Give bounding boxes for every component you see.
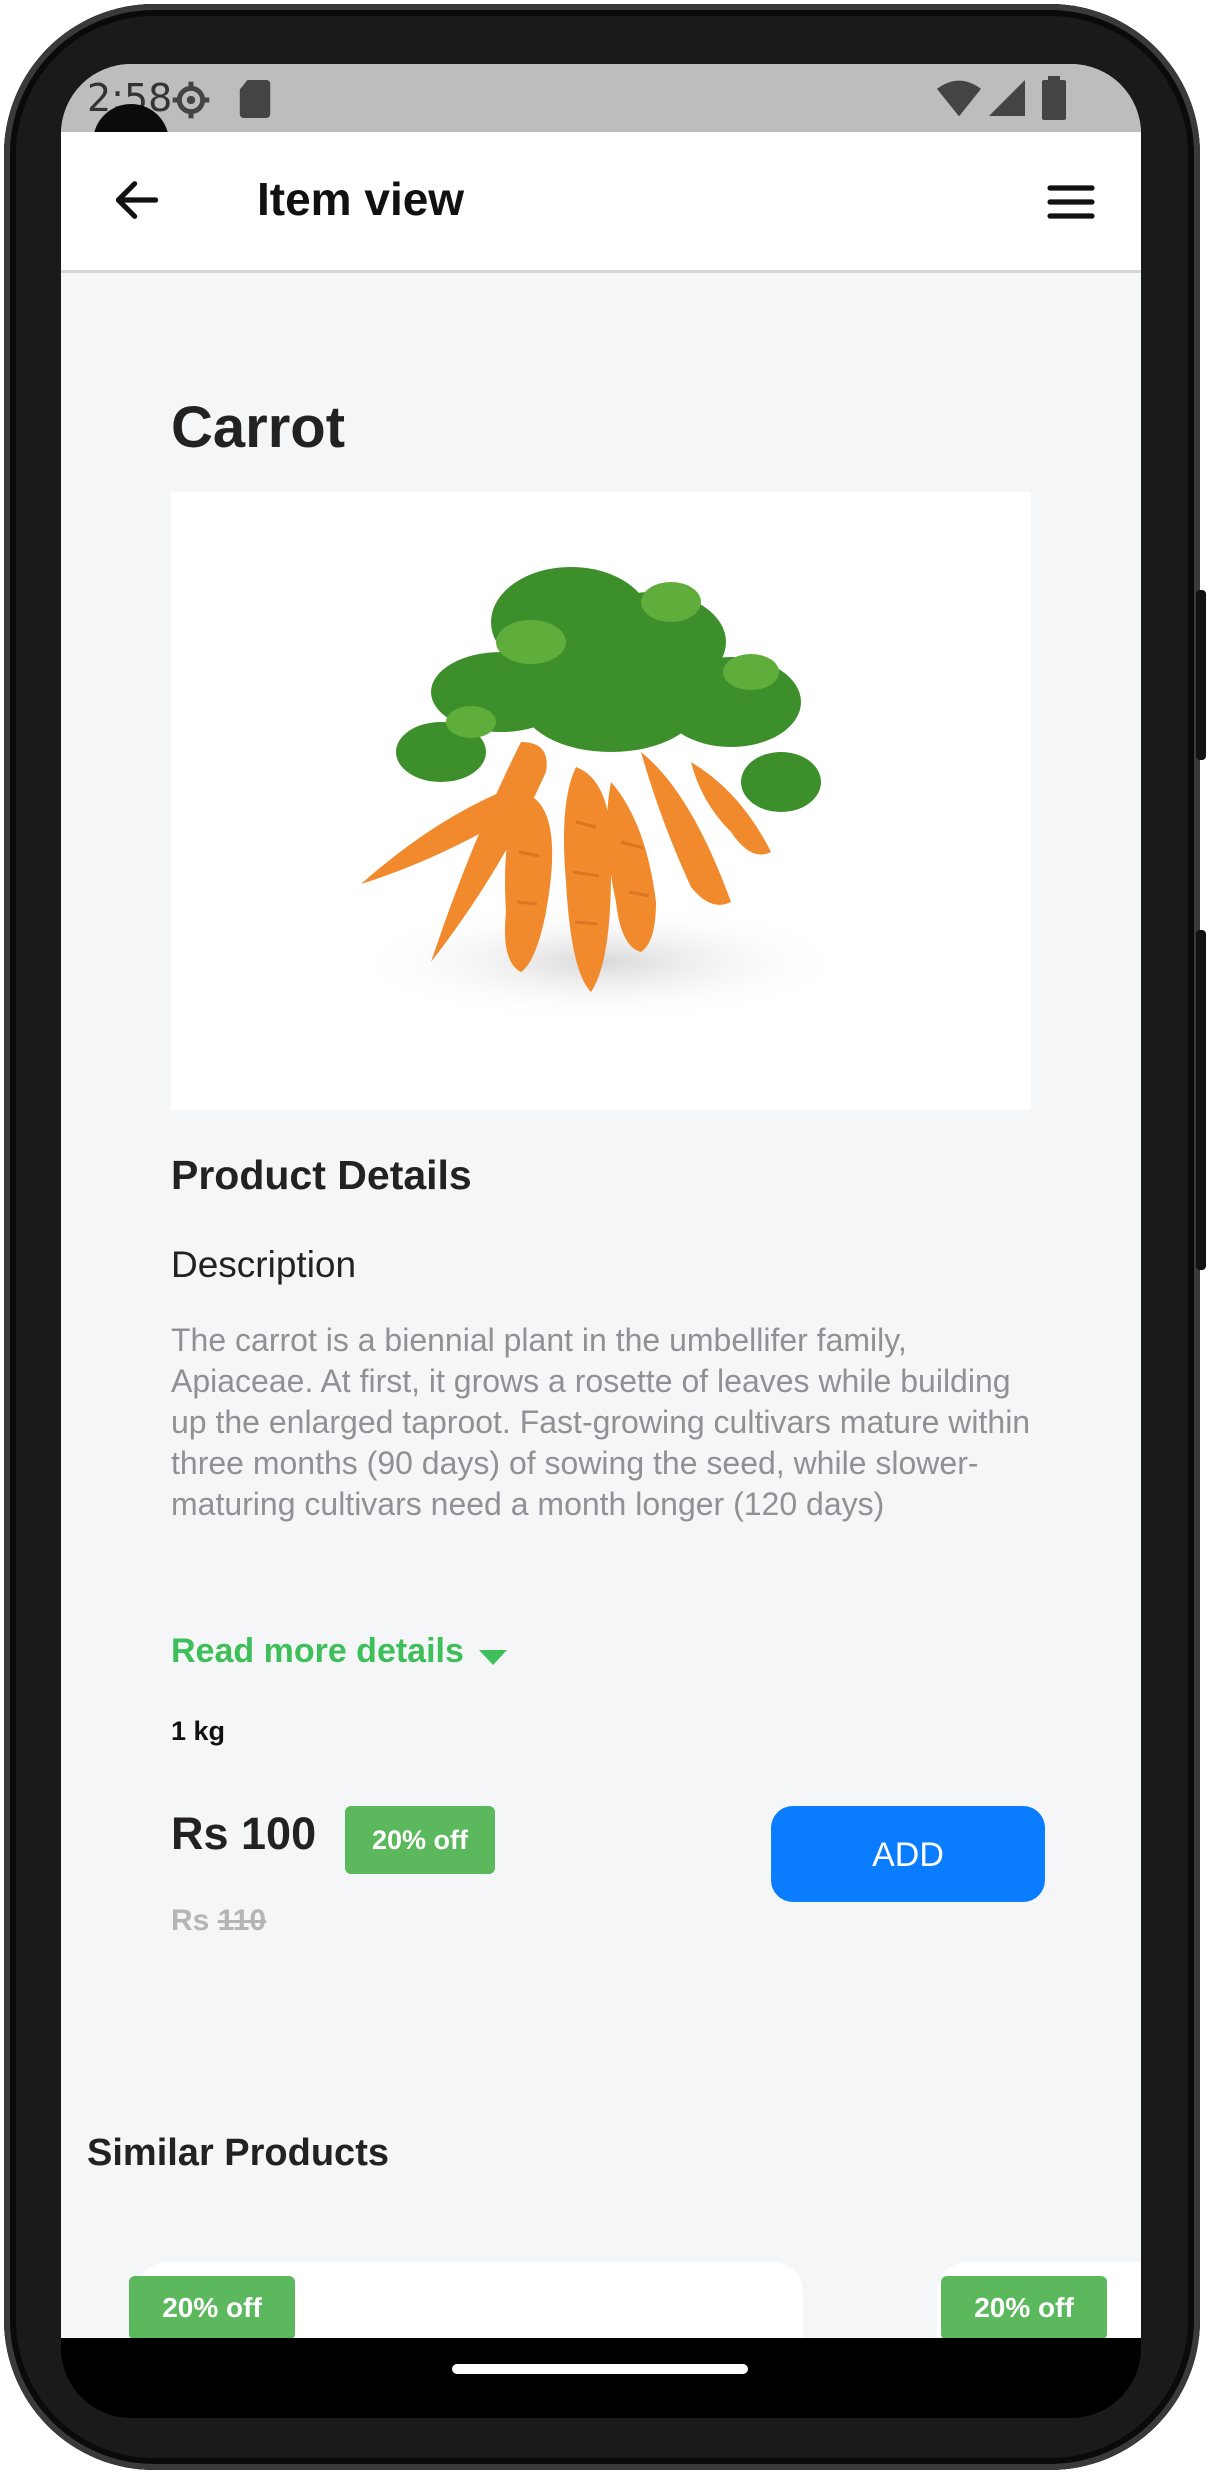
carrot-bunch-image xyxy=(351,567,851,1022)
product-image xyxy=(171,492,1031,1110)
volume-button xyxy=(1196,590,1206,760)
description-text: The carrot is a biennial plant in the um… xyxy=(171,1322,1031,1522)
settings-icon xyxy=(172,81,210,119)
read-more-link[interactable]: Read more details xyxy=(171,1632,464,1671)
description-heading: Description xyxy=(171,1244,357,1285)
power-button xyxy=(1196,930,1206,1270)
old-price-value: 110 xyxy=(217,1904,267,1937)
app-bar: Item view xyxy=(61,132,1141,273)
product-price: Rs 100 xyxy=(171,1808,317,1859)
similar-products-heading: Similar Products xyxy=(87,2132,389,2174)
cell-signal-icon xyxy=(989,80,1025,116)
product-name: Carrot xyxy=(171,395,346,460)
gesture-bar xyxy=(61,2338,1141,2418)
page-title: Item view xyxy=(257,173,465,225)
wifi-icon xyxy=(937,80,981,117)
battery-icon xyxy=(1042,76,1066,120)
discount-badge: 20% off xyxy=(345,1806,495,1874)
screen: 2:58 Item view Carrot Product Details De… xyxy=(61,64,1141,2338)
caret-down-icon[interactable] xyxy=(479,1650,507,1665)
sd-card-icon xyxy=(239,80,271,118)
hamburger-menu-icon[interactable] xyxy=(1043,174,1099,230)
similar-discount-badge: 20% off xyxy=(941,2276,1107,2338)
home-indicator[interactable] xyxy=(452,2364,748,2374)
product-weight: 1 kg xyxy=(171,1716,226,1746)
product-details-heading: Product Details xyxy=(171,1152,472,1198)
phone-frame: 2:58 Item view Carrot Product Details De… xyxy=(0,0,1211,2474)
status-bar: 2:58 xyxy=(61,64,1141,132)
add-to-cart-button[interactable]: ADD xyxy=(771,1806,1045,1902)
similar-discount-badge: 20% off xyxy=(129,2276,295,2338)
back-arrow-icon[interactable] xyxy=(109,172,165,228)
old-price-prefix: Rs xyxy=(171,1904,210,1937)
old-price: Rs 110 xyxy=(171,1904,266,1938)
